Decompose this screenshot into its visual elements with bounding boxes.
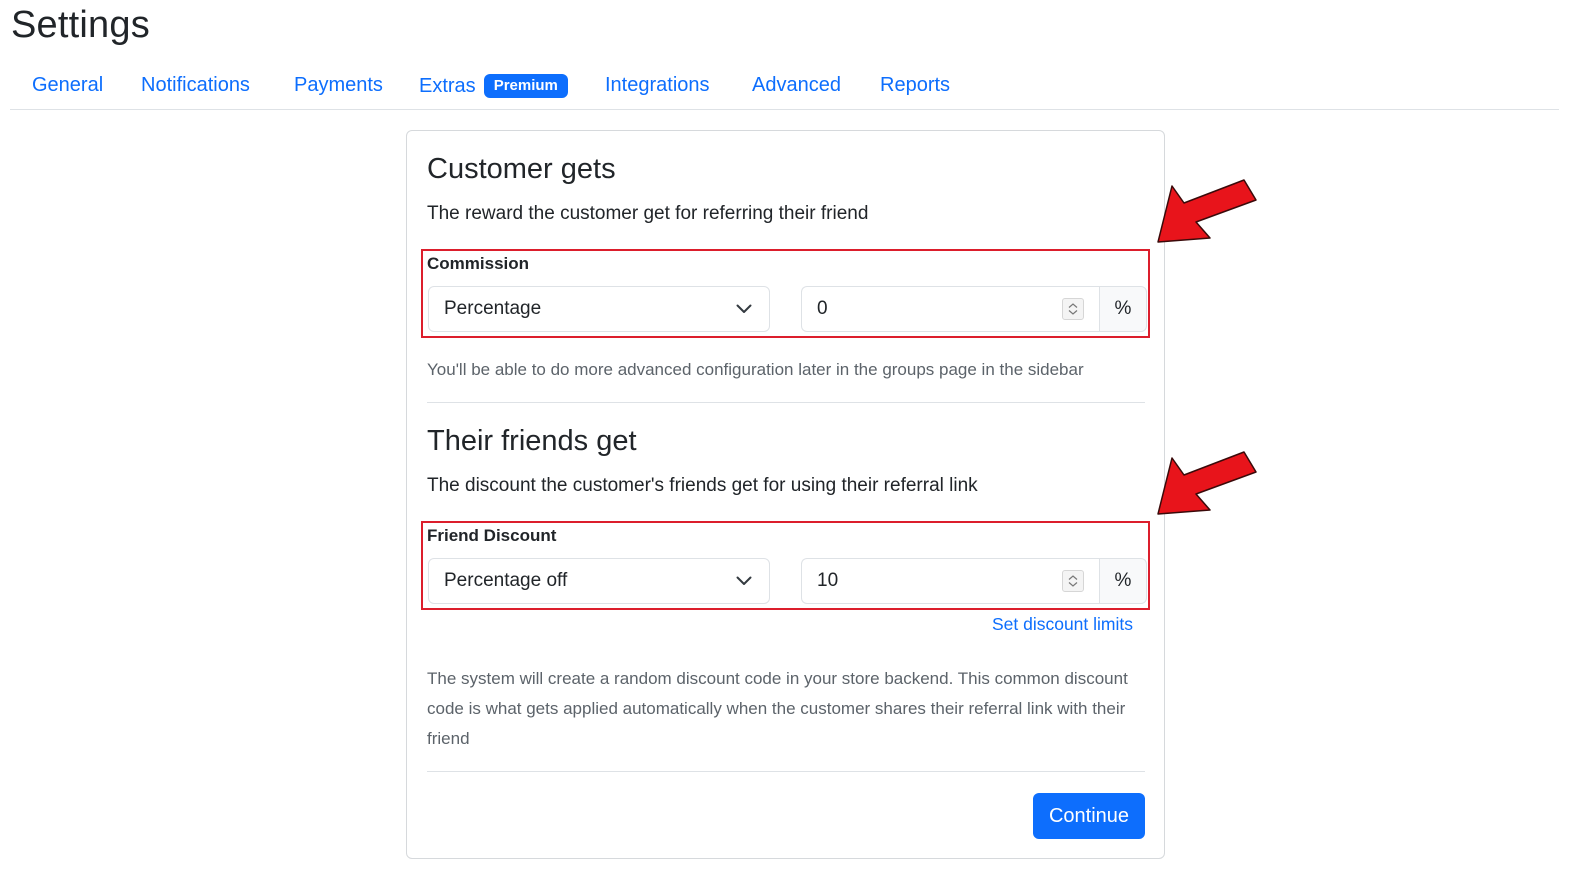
commission-unit-addon: % [1099, 286, 1147, 332]
friend-discount-type-select[interactable]: Percentage off [428, 558, 770, 604]
tab-notifications[interactable]: Notifications [141, 74, 250, 97]
commission-help-text: You'll be able to do more advanced confi… [427, 360, 1084, 379]
referral-settings-card: Customer gets The reward the customer ge… [406, 130, 1165, 859]
friends-get-description: The discount the customer's friends get … [427, 475, 978, 496]
friend-discount-amount-value: 10 [817, 570, 839, 591]
set-discount-limits-link[interactable]: Set discount limits [992, 614, 1133, 635]
tab-advanced[interactable]: Advanced [752, 74, 841, 97]
friend-discount-amount-input[interactable]: 10 [801, 558, 1099, 604]
premium-badge: Premium [483, 74, 568, 98]
tab-extras[interactable]: Extras Premium [419, 74, 568, 98]
customer-gets-heading: Customer gets [427, 153, 616, 185]
section-divider [427, 402, 1145, 403]
commission-amount-input[interactable]: 0 [801, 286, 1099, 332]
commission-amount-group: 0 % [801, 286, 1147, 332]
tab-payments[interactable]: Payments [294, 74, 383, 97]
friend-discount-label: Friend Discount [427, 526, 557, 545]
settings-tabs: General Notifications Payments Extras Pre… [10, 66, 1559, 110]
friend-discount-unit-addon: % [1099, 558, 1147, 604]
commission-amount-value: 0 [817, 298, 828, 319]
commission-label: Commission [427, 254, 530, 273]
chevron-down-icon [734, 571, 754, 591]
spinner-icon[interactable] [1062, 298, 1084, 320]
red-arrow-icon [1157, 451, 1257, 515]
chevron-down-icon [734, 299, 754, 319]
page-title: Settings [11, 4, 150, 46]
commission-type-select[interactable]: Percentage [428, 286, 770, 332]
footer-divider [427, 771, 1145, 772]
commission-type-value: Percentage [444, 298, 542, 319]
friends-get-heading: Their friends get [427, 425, 637, 457]
friend-discount-help-text: The system will create a random discount… [427, 669, 1128, 748]
friend-discount-amount-group: 10 % [801, 558, 1147, 604]
tab-integrations[interactable]: Integrations [605, 74, 710, 97]
tab-general[interactable]: General [32, 74, 103, 97]
continue-button[interactable]: Continue [1033, 793, 1145, 839]
friend-discount-type-value: Percentage off [444, 570, 568, 591]
spinner-icon[interactable] [1062, 570, 1084, 592]
tab-extras-label: Extras [419, 75, 476, 97]
red-arrow-icon [1157, 179, 1257, 243]
tab-reports[interactable]: Reports [880, 74, 950, 97]
customer-gets-description: The reward the customer get for referrin… [427, 203, 869, 224]
